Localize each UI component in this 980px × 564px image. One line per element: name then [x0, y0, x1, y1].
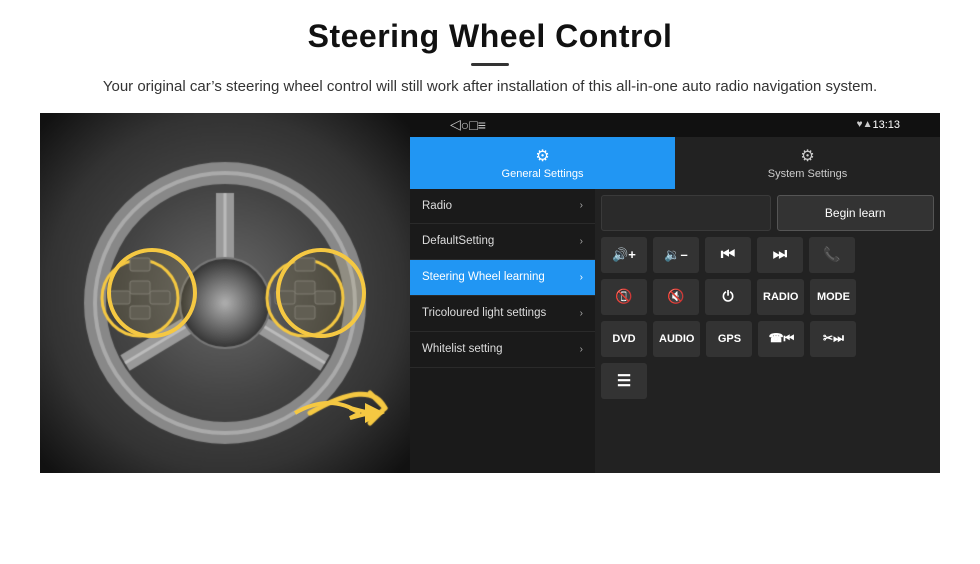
audio-button[interactable]: AUDIO: [653, 321, 700, 357]
btn-row-5: ☰: [601, 363, 934, 399]
menu-tricoloured-label: Tricoloured light settings: [422, 306, 546, 321]
menu-grid-button[interactable]: ☰: [601, 363, 647, 399]
menu-default-label: DefaultSetting: [422, 234, 494, 249]
hangup-button[interactable]: 📵: [601, 279, 647, 315]
page-title: Steering Wheel Control: [40, 18, 940, 55]
steering-wheel-bg: [40, 113, 410, 473]
next-icon: ⏭: [773, 246, 787, 264]
begin-learn-button[interactable]: Begin learn: [777, 195, 935, 231]
arrow-overlay: [290, 383, 390, 443]
btn-row-1: Begin learn: [601, 195, 934, 231]
chevron-icon-4: ›: [580, 308, 583, 319]
left-circle-overlay: [107, 248, 197, 338]
phone-prev-button[interactable]: ☎⏮: [758, 321, 804, 357]
phone-button[interactable]: 📞: [809, 237, 855, 273]
menu-grid-icon: ☰: [617, 371, 631, 391]
home-nav-button[interactable]: ○: [461, 117, 469, 133]
next-button[interactable]: ⏭: [757, 237, 803, 273]
content-row: ◁ ○ □ ≡ ♥ ▲ 13:13 ⚙ General Settings ⚙ S…: [40, 113, 940, 473]
chevron-icon-2: ›: [580, 236, 583, 247]
recent-nav-button[interactable]: □: [469, 117, 477, 133]
tabs-row: ⚙ General Settings ⚙ System Settings: [410, 137, 940, 189]
empty-slot-button[interactable]: [601, 195, 771, 231]
tab-general-label: General Settings: [502, 168, 584, 180]
prev-button[interactable]: ⏮: [705, 237, 751, 273]
dvd-button[interactable]: DVD: [601, 321, 647, 357]
system-icon: ⚙: [800, 146, 814, 166]
menu-item-whitelist[interactable]: Whitelist setting ›: [410, 332, 595, 368]
btn-row-3: 📵 🔇 ⏻ RADIO MODE: [601, 279, 934, 315]
mute-button[interactable]: 🔇: [653, 279, 699, 315]
gps-label: GPS: [718, 333, 741, 345]
title-section: Steering Wheel Control Your original car…: [40, 18, 940, 99]
chevron-icon: ›: [580, 200, 583, 211]
gps-button[interactable]: GPS: [706, 321, 752, 357]
chevron-icon-3: ›: [580, 272, 583, 283]
gear-icon: ⚙: [535, 146, 549, 166]
phone-prev-icon: ☎⏮: [769, 331, 795, 346]
btn-row-2: 🔊+ 🔉– ⏮ ⏭ 📞: [601, 237, 934, 273]
vol-up-button[interactable]: 🔊+: [601, 237, 647, 273]
vol-down-button[interactable]: 🔉–: [653, 237, 699, 273]
prev-icon: ⏮: [721, 246, 735, 264]
subtitle: Your original car’s steering wheel contr…: [100, 76, 880, 99]
power-icon: ⏻: [722, 288, 733, 305]
menu-radio-label: Radio: [422, 199, 452, 214]
radio-mode-button[interactable]: RADIO: [757, 279, 804, 315]
time-display: 13:13: [872, 119, 900, 131]
android-panel: ◁ ○ □ ≡ ♥ ▲ 13:13 ⚙ General Settings ⚙ S…: [410, 113, 940, 473]
title-divider: [471, 63, 509, 66]
mode-button[interactable]: MODE: [810, 279, 856, 315]
menu-column: Radio › DefaultSetting › Steering Wheel …: [410, 189, 595, 473]
mute-icon: 🔇: [667, 288, 684, 305]
audio-label: AUDIO: [659, 333, 694, 345]
phone-next-icon: ✂⏭: [823, 331, 844, 346]
back-nav-button[interactable]: ◁: [450, 116, 461, 133]
menu-item-default[interactable]: DefaultSetting ›: [410, 224, 595, 260]
radio-label: RADIO: [763, 291, 798, 303]
mode-label: MODE: [817, 291, 850, 303]
android-nav-bar: ◁ ○ □ ≡ ♥ ▲ 13:13: [410, 113, 940, 137]
menu-steering-label: Steering Wheel learning: [422, 270, 545, 285]
right-circle-overlay: [276, 248, 366, 338]
menu-item-radio[interactable]: Radio ›: [410, 189, 595, 225]
menu-whitelist-label: Whitelist setting: [422, 342, 503, 357]
page-wrapper: Steering Wheel Control Your original car…: [0, 0, 980, 483]
dvd-label: DVD: [612, 333, 635, 345]
vol-up-icon: 🔊+: [612, 247, 636, 263]
menu-item-tricoloured[interactable]: Tricoloured light settings ›: [410, 296, 595, 332]
tab-general-settings[interactable]: ⚙ General Settings: [410, 137, 675, 189]
buttons-area: Begin learn 🔊+ 🔉– ⏮: [595, 189, 940, 473]
hangup-icon: 📵: [615, 288, 632, 305]
btn-row-4: DVD AUDIO GPS ☎⏮ ✂⏭: [601, 321, 934, 357]
phone-icon: 📞: [823, 246, 840, 263]
tab-system-settings[interactable]: ⚙ System Settings: [675, 137, 940, 189]
chevron-icon-5: ›: [580, 344, 583, 355]
power-button[interactable]: ⏻: [705, 279, 751, 315]
wifi-icon: ▲: [863, 119, 873, 130]
vol-down-icon: 🔉–: [664, 247, 687, 263]
main-area: Radio › DefaultSetting › Steering Wheel …: [410, 189, 940, 473]
tab-system-label: System Settings: [768, 168, 847, 180]
menu-item-steering[interactable]: Steering Wheel learning ›: [410, 260, 595, 296]
left-panel: [40, 113, 410, 473]
screenshot-nav-button[interactable]: ≡: [478, 117, 486, 133]
phone-next-button[interactable]: ✂⏭: [810, 321, 856, 357]
